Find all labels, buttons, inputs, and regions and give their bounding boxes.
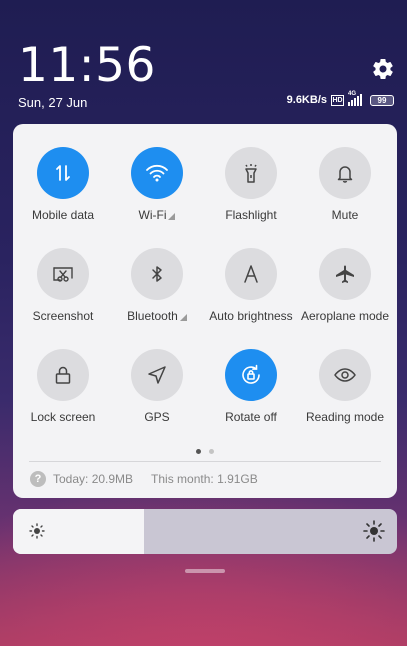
auto-brightness-toggle-button[interactable] bbox=[225, 248, 277, 300]
aeroplane-icon bbox=[334, 263, 356, 285]
aeroplane-toggle-button[interactable] bbox=[319, 248, 371, 300]
toggle-label-text: Bluetooth bbox=[127, 309, 178, 323]
data-usage-row[interactable]: ? Today: 20.9MB This month: 1.91GB bbox=[30, 471, 258, 487]
toggle-label: Wi-Fi bbox=[107, 208, 207, 222]
toggle-screenshot[interactable]: Screenshot bbox=[13, 248, 113, 323]
toggle-auto-brightness[interactable]: Auto brightness bbox=[201, 248, 301, 323]
bell-toggle-button[interactable] bbox=[319, 147, 371, 199]
help-icon: ? bbox=[30, 471, 46, 487]
toggle-label-text: Mute bbox=[331, 208, 359, 222]
settings-gear-icon[interactable] bbox=[371, 57, 395, 81]
date-label: Sun, 27 Jun bbox=[18, 95, 88, 110]
toggle-reading-mode[interactable]: Reading mode bbox=[295, 349, 395, 424]
page-dot-active bbox=[196, 449, 201, 454]
wifi-toggle-button[interactable] bbox=[131, 147, 183, 199]
bluetooth-toggle-button[interactable] bbox=[131, 248, 183, 300]
toggle-gps[interactable]: GPS bbox=[107, 349, 207, 424]
rotate-lock-icon bbox=[238, 362, 264, 388]
toggle-flashlight[interactable]: Flashlight bbox=[201, 147, 301, 222]
toggle-label-text: GPS bbox=[144, 410, 170, 424]
toggle-label-text: Lock screen bbox=[30, 410, 96, 424]
bell-icon bbox=[334, 162, 356, 184]
divider bbox=[29, 461, 381, 462]
toggle-label: Flashlight bbox=[201, 208, 301, 222]
toggle-label-text: Aeroplane mode bbox=[300, 309, 390, 323]
toggle-wi-fi[interactable]: Wi-Fi bbox=[107, 147, 207, 222]
location-arrow-toggle-button[interactable] bbox=[131, 349, 183, 401]
toggle-label-text: Reading mode bbox=[305, 410, 385, 424]
expand-triangle-icon[interactable] bbox=[179, 313, 187, 321]
mobile-data-icon bbox=[52, 162, 74, 184]
toggle-label: GPS bbox=[107, 410, 207, 424]
status-indicators: 9.6KB/s HD 4G 99 bbox=[286, 91, 394, 106]
toggle-label: Lock screen bbox=[13, 410, 113, 424]
toggle-label: Screenshot bbox=[13, 309, 113, 323]
lock-toggle-button[interactable] bbox=[37, 349, 89, 401]
usage-month: This month: 1.91GB bbox=[151, 472, 258, 486]
rotate-lock-toggle-button[interactable] bbox=[225, 349, 277, 401]
hd-voice-icon: HD bbox=[331, 94, 344, 106]
brightness-slider[interactable] bbox=[13, 509, 397, 554]
toggle-label-text: Screenshot bbox=[32, 309, 94, 323]
toggle-label-text: Wi-Fi bbox=[138, 208, 167, 222]
brightness-high-icon bbox=[363, 520, 385, 542]
toggle-bluetooth[interactable]: Bluetooth bbox=[107, 248, 207, 323]
signal-strength-icon: 4G bbox=[348, 91, 366, 106]
bluetooth-icon bbox=[147, 263, 167, 285]
toggle-label: Mobile data bbox=[13, 208, 113, 222]
flashlight-icon bbox=[240, 162, 262, 184]
toggle-label: Mute bbox=[295, 208, 395, 222]
location-arrow-icon bbox=[146, 364, 168, 386]
battery-icon: 99 bbox=[370, 94, 394, 106]
toggle-aeroplane-mode[interactable]: Aeroplane mode bbox=[295, 248, 395, 323]
toggle-label-text: Auto brightness bbox=[209, 309, 293, 323]
auto-brightness-icon bbox=[240, 263, 262, 285]
screenshot-icon bbox=[51, 263, 75, 285]
toggle-label: Auto brightness bbox=[201, 309, 301, 323]
network-speed: 9.6KB/s bbox=[286, 94, 327, 106]
page-indicator bbox=[13, 449, 397, 454]
usage-today: Today: 20.9MB bbox=[53, 472, 134, 486]
eye-icon bbox=[333, 364, 357, 386]
lock-icon bbox=[52, 364, 74, 386]
expand-triangle-icon[interactable] bbox=[168, 212, 176, 220]
toggle-mute[interactable]: Mute bbox=[295, 147, 395, 222]
brightness-low-icon bbox=[29, 523, 45, 539]
toggle-lock-screen[interactable]: Lock screen bbox=[13, 349, 113, 424]
mobile-data-toggle-button[interactable] bbox=[37, 147, 89, 199]
toggle-label: Aeroplane mode bbox=[295, 309, 395, 323]
eye-toggle-button[interactable] bbox=[319, 349, 371, 401]
toggle-label-text: Flashlight bbox=[225, 208, 277, 222]
signal-type-label: 4G bbox=[348, 91, 357, 97]
toggle-label: Reading mode bbox=[295, 410, 395, 424]
toggle-label-text: Mobile data bbox=[31, 208, 95, 222]
wifi-icon bbox=[145, 163, 169, 183]
screenshot-toggle-button[interactable] bbox=[37, 248, 89, 300]
toggle-label: Rotate off bbox=[201, 410, 301, 424]
drag-handle[interactable] bbox=[185, 569, 225, 573]
clock-time: 11:56 bbox=[18, 38, 156, 93]
quick-settings-panel: Mobile data Wi-Fi Flashlight Mute Screenshot… bbox=[13, 124, 397, 498]
toggle-label: Bluetooth bbox=[107, 309, 207, 323]
page-dot[interactable] bbox=[209, 449, 214, 454]
toggle-rotate-off[interactable]: Rotate off bbox=[201, 349, 301, 424]
toggle-mobile-data[interactable]: Mobile data bbox=[13, 147, 113, 222]
toggle-label-text: Rotate off bbox=[225, 410, 277, 424]
flashlight-toggle-button[interactable] bbox=[225, 147, 277, 199]
